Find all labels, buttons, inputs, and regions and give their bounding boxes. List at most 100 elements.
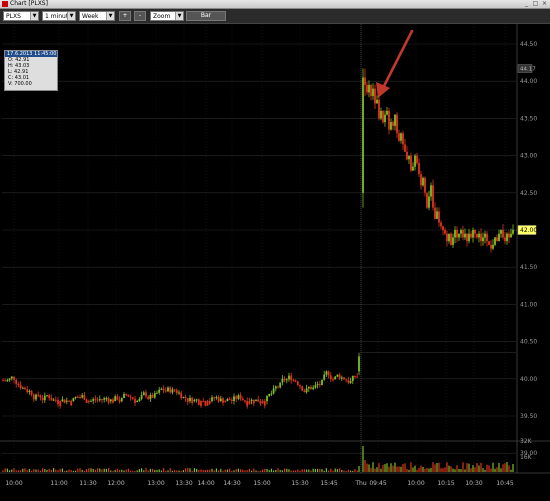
price-bar-body [512, 230, 514, 234]
volume-bar [171, 470, 173, 472]
volume-bar [22, 468, 24, 472]
volume-bar [15, 470, 17, 472]
volume-bar [259, 470, 261, 472]
price-bar-body [426, 192, 428, 208]
price-bar-body [57, 400, 59, 405]
volume-bar [420, 465, 422, 472]
volume-bar [178, 470, 180, 472]
volume-bar [116, 468, 118, 472]
price-bar-body [380, 110, 382, 119]
chevron-down-icon[interactable]: ▼ [175, 12, 183, 20]
volume-bar [392, 465, 394, 472]
price-bar-body [195, 399, 198, 401]
price-bar-body [255, 399, 257, 402]
volume-bar [345, 470, 347, 472]
price-bar-body [327, 371, 330, 376]
price-bar-body [180, 392, 183, 399]
price-bar-body [356, 376, 359, 378]
volume-bar [180, 470, 182, 472]
volume-bar [277, 468, 279, 472]
volume-bar [105, 468, 107, 472]
price-bar-body [83, 395, 86, 400]
price-bar-body [410, 155, 412, 171]
price-bar-body [480, 233, 482, 242]
price-bar-body [456, 230, 458, 238]
volume-bar [266, 469, 268, 472]
interval-select[interactable]: 1 minute ▼ [42, 11, 76, 21]
volume-bar [482, 468, 484, 472]
volume-bar [182, 470, 184, 472]
price-chart[interactable]: 44.50 44.00 43.50 43.00 42.50 42.00 41.50 41.00… [0, 24, 550, 501]
volume-bar [24, 468, 26, 472]
time-tick-label: 09:45 [369, 480, 386, 487]
price-bar-body [270, 393, 273, 395]
volume-bar [83, 470, 85, 472]
range-value: Week [82, 13, 99, 20]
volume-bar [430, 467, 432, 472]
price-bar-body [98, 399, 101, 401]
price-bar-body [314, 385, 317, 388]
price-bar-body [13, 376, 15, 380]
volume-bar [13, 468, 15, 472]
chart-area[interactable]: 44.50 44.00 43.50 43.00 42.50 42.00 41.50 41.00… [0, 24, 550, 501]
volume-bar [145, 468, 147, 472]
zoom-out-button[interactable]: - [134, 11, 146, 21]
volume-bar [77, 468, 79, 472]
symbol-value: PLXS [6, 13, 21, 20]
price-bar-body [432, 185, 434, 208]
volume-bar [257, 470, 259, 472]
price-bar-body [422, 177, 424, 186]
volume-bar [352, 470, 354, 472]
volume-bar [114, 469, 116, 472]
price-bar-body [92, 399, 95, 401]
volume-bar [33, 469, 35, 472]
price-bar-body [153, 393, 156, 398]
volume-bar [130, 470, 132, 472]
window-title: Chart [PLXS] [10, 0, 48, 7]
volume-bar [17, 470, 19, 472]
price-bar-body [466, 233, 468, 242]
price-bar-body [24, 387, 26, 390]
price-bar-body [17, 383, 20, 385]
volume-bar [240, 469, 242, 472]
chevron-down-icon[interactable]: ▼ [106, 12, 114, 20]
zoom-in-button[interactable]: + [119, 11, 131, 21]
price-bar-body [458, 233, 460, 238]
volume-bar [125, 469, 127, 472]
symbol-select[interactable]: PLXS ▼ [3, 11, 39, 21]
volume-bar [262, 469, 264, 472]
volume-bar [244, 470, 246, 472]
volume-bar [500, 468, 502, 472]
chevron-down-icon[interactable]: ▼ [30, 12, 38, 20]
price-bar-body [434, 207, 436, 219]
volume-bar [394, 462, 396, 472]
volume-bar [112, 470, 114, 472]
time-tick-label: 10:00 [407, 480, 424, 487]
volume-bar [458, 468, 460, 472]
price-bar-body [502, 230, 504, 238]
price-bar-body [257, 399, 260, 402]
chevron-down-icon[interactable]: ▼ [67, 12, 75, 20]
volume-bar [275, 469, 277, 472]
time-axis-labels: 10:00 11:00 11:30 12:00 13:00 13:30 14:00 14:30… [5, 480, 513, 487]
range-select[interactable]: Week ▼ [79, 11, 115, 21]
volume-bar [378, 463, 380, 472]
price-bar-body [43, 395, 46, 401]
price-bar-body [217, 397, 220, 402]
price-bar-body [208, 401, 211, 404]
volume-bar [185, 468, 187, 472]
maximize-button[interactable]: □ [532, 1, 539, 7]
price-bar-body [376, 99, 378, 104]
volume-bar [4, 468, 6, 472]
time-tick-label: 10:00 [5, 480, 22, 487]
zoom-select[interactable]: Zoom ▼ [150, 11, 184, 21]
close-button[interactable]: × [541, 1, 548, 7]
volume-bar [328, 470, 330, 472]
price-bar-body [10, 376, 13, 379]
volume-bar [306, 469, 308, 472]
price-bar-body [81, 395, 84, 398]
volume-bar [165, 470, 167, 472]
minimize-button[interactable]: _ [523, 1, 530, 7]
price-bar-body [400, 133, 402, 141]
bar-type-button[interactable]: Bar [186, 11, 226, 21]
